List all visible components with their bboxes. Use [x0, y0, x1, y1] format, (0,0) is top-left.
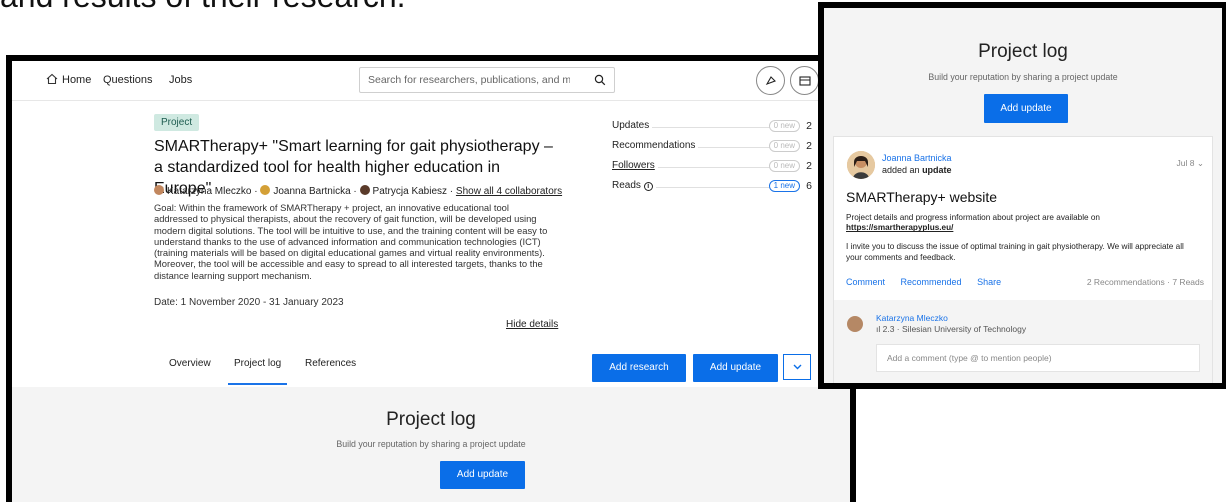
top-nav: Home Questions Jobs [12, 61, 850, 101]
new-count-badge: 0 new [768, 120, 800, 132]
stat-row[interactable]: Reads i 1 new 6 [612, 180, 812, 200]
add-update-button[interactable]: Add update [984, 94, 1068, 123]
avatar [359, 185, 370, 195]
message-icon [799, 76, 811, 86]
stat-count: 2 [806, 120, 812, 132]
update-card: Joanna Bartnicka added an update Jul 8 ⌄… [833, 136, 1213, 383]
recommended-button[interactable]: Recommended [901, 277, 962, 287]
comment-button[interactable]: Comment [846, 277, 885, 287]
post-author[interactable]: Joanna Bartnicka [882, 153, 952, 163]
post-title: SMARTherapy+ website [846, 189, 998, 205]
avatar [154, 185, 164, 195]
project-date: Date: 1 November 2020 - 31 January 2023 [154, 297, 344, 308]
post-actions: Comment Recommended Share [846, 277, 1014, 287]
bell-icon [765, 76, 776, 86]
stat-row[interactable]: Recommendations 0 new 2 [612, 140, 812, 160]
stat-label: Recommendations [612, 140, 699, 151]
nav-jobs[interactable]: Jobs [169, 74, 192, 86]
stat-count: 2 [806, 160, 812, 172]
score-bars-icon: ıl [876, 324, 881, 334]
project-log-title: Project log [386, 409, 476, 430]
stat-label: Followers [612, 160, 658, 171]
tab-project-log[interactable]: Project log [227, 358, 288, 385]
comment-section: Katarzyna Mleczko ıl 2.3 · Silesian Univ… [834, 300, 1212, 383]
post-action: added an update [882, 165, 952, 175]
search-input[interactable] [360, 68, 570, 92]
add-update-button[interactable]: Add update [693, 354, 778, 382]
stat-row[interactable]: Updates 0 new 2 [612, 120, 812, 140]
new-count-badge: 1 new [768, 180, 800, 192]
stage: and results of their research. Home Ques… [0, 0, 1226, 502]
tab-references[interactable]: References [305, 358, 356, 369]
chevron-down-icon[interactable]: ⌄ [1197, 158, 1204, 168]
add-research-button[interactable]: Add research [592, 354, 686, 382]
notifications-button[interactable] [756, 66, 785, 95]
project-log-subtitle: Build your reputation by sharing a proje… [336, 439, 526, 449]
caption-text: and results of their research. [0, 0, 406, 15]
show-all-collaborators-link[interactable]: Show all 4 collaborators [456, 186, 562, 197]
project-log-screenshot: Project log Build your reputation by sha… [818, 2, 1226, 389]
website-link[interactable]: https://smartherapyplus.eu/ [846, 223, 1196, 233]
new-count-badge: 0 new [768, 140, 800, 152]
messages-button[interactable] [790, 66, 819, 95]
share-button[interactable]: Share [977, 277, 1001, 287]
project-log-subtitle: Build your reputation by sharing a proje… [928, 72, 1118, 82]
stat-count: 2 [806, 140, 812, 152]
commenter-name[interactable]: Katarzyna Mleczko [876, 313, 948, 323]
project-page-screenshot: Home Questions Jobs Search for researche… [6, 55, 856, 502]
project-log-panel: Project log Build your reputation by sha… [12, 387, 850, 502]
post-date[interactable]: Jul 8 ⌄ [1177, 158, 1204, 169]
author-name[interactable]: Patrycja Kabiesz [373, 186, 447, 197]
project-log-title: Project log [978, 41, 1068, 62]
post-body: Project details and progress information… [846, 213, 1196, 263]
authors-line: Katarzyna Mleczko · Joanna Bartnicka · P… [154, 185, 562, 197]
stat-count: 6 [806, 180, 812, 192]
avatar-image [847, 151, 875, 179]
avatar [260, 185, 271, 195]
stat-label: Updates [612, 120, 653, 131]
commenter-meta: ıl 2.3 · Silesian University of Technolo… [876, 324, 1027, 334]
project-goal: Goal: Within the framework of SMARTherap… [154, 202, 548, 281]
avatar[interactable] [847, 151, 875, 179]
post-counts: 2 Recommendations · 7 Reads [1086, 277, 1204, 287]
stat-label: Reads i [612, 180, 656, 191]
tab-overview[interactable]: Overview [169, 358, 211, 369]
search-icon[interactable] [594, 74, 606, 86]
stat-row[interactable]: Followers 0 new 2 [612, 160, 812, 180]
author-name[interactable]: Katarzyna Mleczko [167, 186, 251, 197]
stats-panel: Updates 0 new 2 Recommendations 0 new 2 … [612, 120, 812, 200]
hide-details-link[interactable]: Hide details [506, 319, 558, 330]
search-box [359, 67, 615, 93]
more-options-dropdown[interactable] [783, 354, 811, 380]
avatar[interactable] [847, 316, 863, 332]
add-update-button[interactable]: Add update [440, 461, 525, 489]
home-icon[interactable] [46, 73, 58, 85]
project-badge: Project [154, 114, 200, 131]
author-name[interactable]: Joanna Bartnicka [273, 186, 350, 197]
comment-input[interactable]: Add a comment (type @ to mention people) [876, 344, 1200, 372]
nav-questions[interactable]: Questions [103, 74, 153, 86]
new-count-badge: 0 new [768, 160, 800, 172]
info-icon[interactable]: i [643, 182, 653, 191]
chevron-down-icon [793, 364, 802, 370]
nav-home[interactable]: Home [62, 74, 91, 86]
